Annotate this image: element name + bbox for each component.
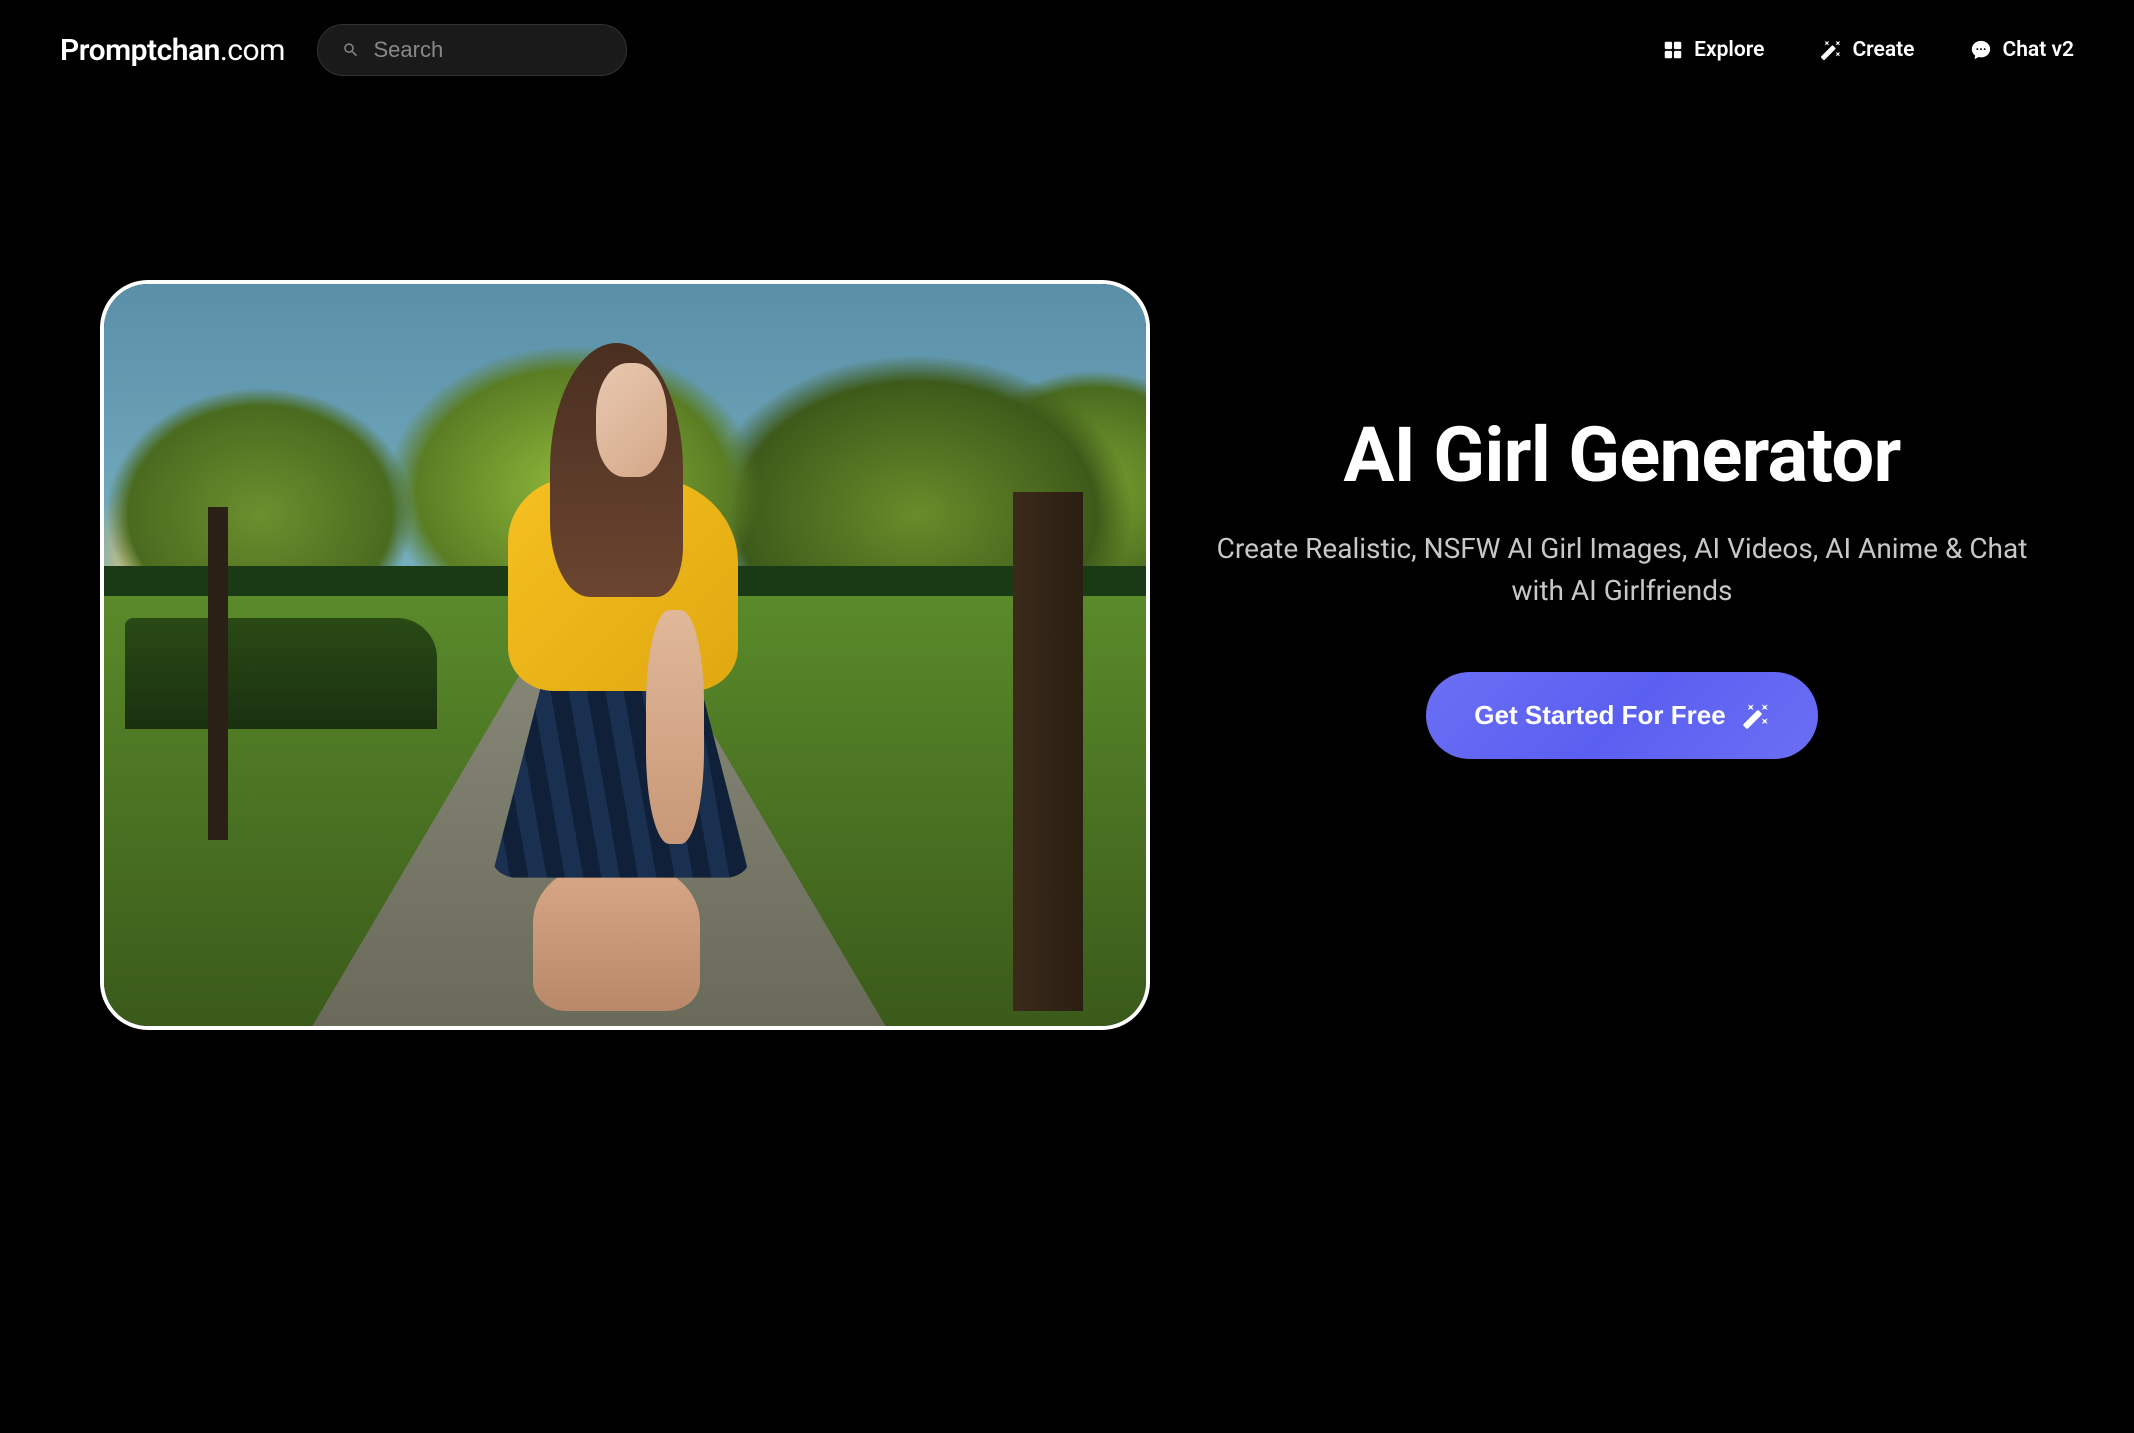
nav-create-label: Create: [1852, 38, 1914, 62]
logo-suffix: .com: [220, 33, 285, 68]
scene-trunk-right: [1013, 492, 1083, 1011]
search-container[interactable]: [317, 24, 627, 76]
chat-icon: [1970, 39, 1992, 61]
site-logo[interactable]: Promptchan.com: [60, 33, 285, 68]
grid-icon: [1662, 39, 1684, 61]
hero-subtitle: Create Realistic, NSFW AI Girl Images, A…: [1212, 528, 2032, 612]
header: Promptchan.com Explore Create: [0, 0, 2134, 100]
search-icon: [342, 40, 360, 60]
scene-figure: [417, 343, 834, 1011]
nav-chat-label: Chat v2: [2002, 38, 2074, 62]
nav-chat[interactable]: Chat v2: [1970, 38, 2074, 62]
search-input[interactable]: [374, 37, 602, 63]
figure-arm: [646, 610, 704, 844]
scene-hedge: [125, 618, 438, 729]
hero-right: AI Girl Generator Create Realistic, NSFW…: [1210, 280, 2034, 759]
figure-skirt: [492, 677, 750, 877]
nav-links: Explore Create Chat v2: [1662, 38, 2074, 62]
main-content: AI Girl Generator Create Realistic, NSFW…: [0, 100, 2134, 1030]
logo-name: Promptchan: [60, 33, 220, 68]
nav-explore-label: Explore: [1694, 38, 1764, 62]
cta-label: Get Started For Free: [1474, 700, 1725, 731]
get-started-button[interactable]: Get Started For Free: [1426, 672, 1817, 759]
nav-create[interactable]: Create: [1820, 38, 1914, 62]
scene-trunk-left: [208, 507, 228, 841]
figure-face: [596, 363, 667, 477]
hero-image-scene: [104, 284, 1146, 1026]
wand-icon: [1820, 39, 1842, 61]
hero-title: AI Girl Generator: [1343, 410, 1900, 500]
hero-image: [100, 280, 1150, 1030]
nav-explore[interactable]: Explore: [1662, 38, 1764, 62]
figure-legs: [533, 864, 700, 1011]
wand-icon: [1742, 702, 1770, 730]
